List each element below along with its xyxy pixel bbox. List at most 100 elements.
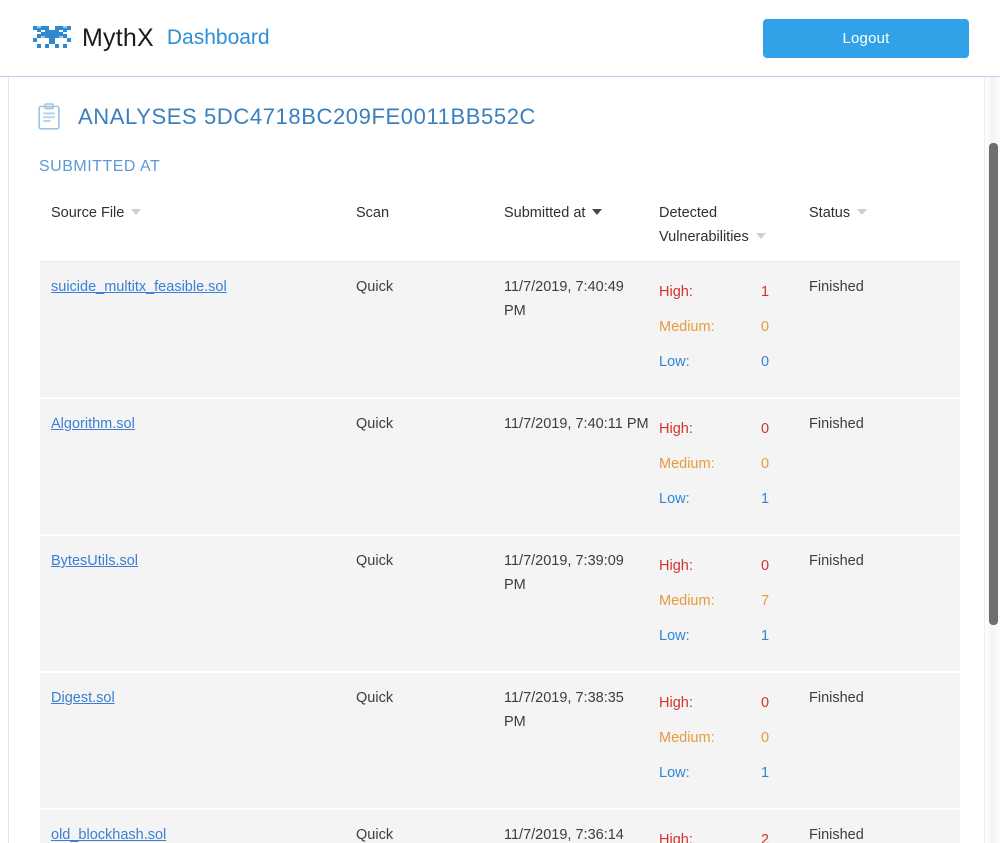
severity-count-low: 1 [761, 491, 770, 507]
vulnerability-medium: Medium: 0 [659, 721, 809, 756]
source-file-link[interactable]: suicide_multitx_feasible.sol [51, 279, 227, 295]
cell-status: Finished [809, 690, 864, 706]
cell-submitted-at: 11/7/2019, 7:40:49 PM [504, 279, 624, 319]
severity-count-medium: 0 [761, 730, 770, 746]
table-header-row: Source File Scan Submitted at Detected V… [40, 201, 960, 262]
severity-label-high: High: [659, 558, 693, 574]
severity-label-high: High: [659, 421, 693, 437]
chevron-down-icon[interactable] [131, 209, 142, 215]
mythx-pixel-logo-icon [33, 26, 71, 48]
cell-scan: Quick [356, 279, 394, 295]
severity-count-medium: 0 [761, 456, 770, 472]
analyses-table: Source File Scan Submitted at Detected V… [40, 201, 960, 843]
vulnerability-low: Low: 1 [659, 619, 809, 654]
cell-source-file: BytesUtils.sol [51, 549, 356, 654]
severity-label-low: Low: [659, 628, 690, 644]
brand: MythX Dashboard [33, 24, 270, 53]
column-header-submitted-at[interactable]: Submitted at [504, 201, 659, 249]
submitted-at-subheading: SUBMITTED AT [39, 158, 161, 175]
severity-label-high: High: [659, 284, 693, 300]
chevron-down-icon[interactable] [755, 233, 766, 239]
chevron-down-icon[interactable] [592, 209, 603, 215]
page-title: ANALYSES 5DC4718BC209FE0011BB552C [78, 103, 537, 129]
cell-status: Finished [809, 279, 864, 295]
cell-scan: Quick [356, 827, 394, 843]
column-header-status[interactable]: Status [809, 201, 949, 249]
cell-source-file: Digest.sol [51, 686, 356, 791]
vulnerability-high: High: 1 [659, 275, 809, 310]
table-row[interactable]: Digest.sol Quick 11/7/2019, 7:38:35 PM H… [40, 673, 960, 810]
source-file-link[interactable]: Algorithm.sol [51, 416, 135, 432]
severity-label-medium: Medium: [659, 730, 715, 746]
cell-vulnerabilities: High: 0 Medium: 0 Low: 1 [659, 686, 809, 791]
severity-label-medium: Medium: [659, 319, 715, 335]
cell-submitted-at: 11/7/2019, 7:40:11 PM [504, 416, 649, 432]
scrollbar-thumb[interactable] [989, 143, 998, 625]
severity-label-high: High: [659, 832, 693, 843]
severity-count-medium: 7 [761, 593, 770, 609]
app-header: MythX Dashboard Logout [0, 0, 1000, 77]
logout-button[interactable]: Logout [763, 19, 969, 58]
severity-count-low: 1 [761, 628, 770, 644]
source-file-link[interactable]: Digest.sol [51, 690, 115, 706]
column-label-submitted-at: Submitted at [504, 205, 586, 221]
cell-scan: Quick [356, 553, 394, 569]
vulnerability-medium: Medium: 0 [659, 447, 809, 482]
severity-label-low: Low: [659, 491, 690, 507]
column-label-vulnerabilities: Vulnerabilities [659, 229, 749, 245]
severity-count-high: 2 [761, 832, 770, 843]
chevron-down-icon[interactable] [857, 209, 868, 215]
cell-status: Finished [809, 416, 864, 432]
page-title-row: ANALYSES 5DC4718BC209FE0011BB552C [38, 77, 1000, 130]
vertical-scrollbar[interactable] [984, 77, 1000, 843]
cell-vulnerabilities: High: 2 [659, 823, 809, 843]
vulnerability-high: High: 2 [659, 823, 809, 843]
vulnerability-low: Low: 1 [659, 756, 809, 791]
table-row[interactable]: BytesUtils.sol Quick 11/7/2019, 7:39:09 … [40, 536, 960, 673]
cell-submitted-at: 11/7/2019, 7:36:14 PM [504, 827, 624, 843]
severity-count-high: 0 [761, 421, 770, 437]
table-row[interactable]: Algorithm.sol Quick 11/7/2019, 7:40:11 P… [40, 399, 960, 536]
severity-count-high: 1 [761, 284, 770, 300]
vulnerability-high: High: 0 [659, 412, 809, 447]
cell-source-file: old_blockhash.sol [51, 823, 356, 843]
brand-name: MythX [82, 23, 154, 52]
severity-count-high: 0 [761, 558, 770, 574]
vulnerability-high: High: 0 [659, 549, 809, 584]
column-label-detected: Detected [659, 205, 718, 221]
source-file-link[interactable]: old_blockhash.sol [51, 827, 166, 843]
cell-vulnerabilities: High: 0 Medium: 7 Low: 1 [659, 549, 809, 654]
cell-source-file: suicide_multitx_feasible.sol [51, 275, 356, 380]
cell-scan: Quick [356, 416, 394, 432]
cell-status: Finished [809, 553, 864, 569]
cell-scan: Quick [356, 690, 394, 706]
cell-status: Finished [809, 827, 864, 843]
severity-count-low: 1 [761, 765, 770, 781]
table-row[interactable]: suicide_multitx_feasible.sol Quick 11/7/… [40, 262, 960, 399]
severity-count-low: 0 [761, 354, 770, 370]
severity-label-medium: Medium: [659, 456, 715, 472]
severity-label-high: High: [659, 695, 693, 711]
cell-submitted-at: 11/7/2019, 7:38:35 PM [504, 690, 624, 730]
cell-vulnerabilities: High: 1 Medium: 0 Low: 0 [659, 275, 809, 380]
left-rule [8, 77, 9, 843]
vulnerability-medium: Medium: 7 [659, 584, 809, 619]
source-file-link[interactable]: BytesUtils.sol [51, 553, 138, 569]
severity-count-medium: 0 [761, 319, 770, 335]
table-row[interactable]: old_blockhash.sol Quick 11/7/2019, 7:36:… [40, 810, 960, 843]
column-label-scan: Scan [356, 205, 390, 221]
column-header-scan[interactable]: Scan [356, 201, 504, 249]
cell-submitted-at: 11/7/2019, 7:39:09 PM [504, 553, 624, 593]
page-content: ANALYSES 5DC4718BC209FE0011BB552C SUBMIT… [0, 77, 1000, 843]
brand-subtitle: Dashboard [166, 26, 270, 49]
column-label-status: Status [809, 205, 851, 221]
vulnerability-medium: Medium: 0 [659, 310, 809, 345]
vulnerability-low: Low: 0 [659, 345, 809, 380]
column-label-source-file: Source File [51, 205, 125, 221]
column-header-detected-vulnerabilities[interactable]: Detected Vulnerabilities [659, 201, 809, 249]
severity-label-low: Low: [659, 765, 690, 781]
column-header-source-file[interactable]: Source File [51, 201, 356, 249]
severity-count-high: 0 [761, 695, 770, 711]
cell-vulnerabilities: High: 0 Medium: 0 Low: 1 [659, 412, 809, 517]
cell-source-file: Algorithm.sol [51, 412, 356, 517]
